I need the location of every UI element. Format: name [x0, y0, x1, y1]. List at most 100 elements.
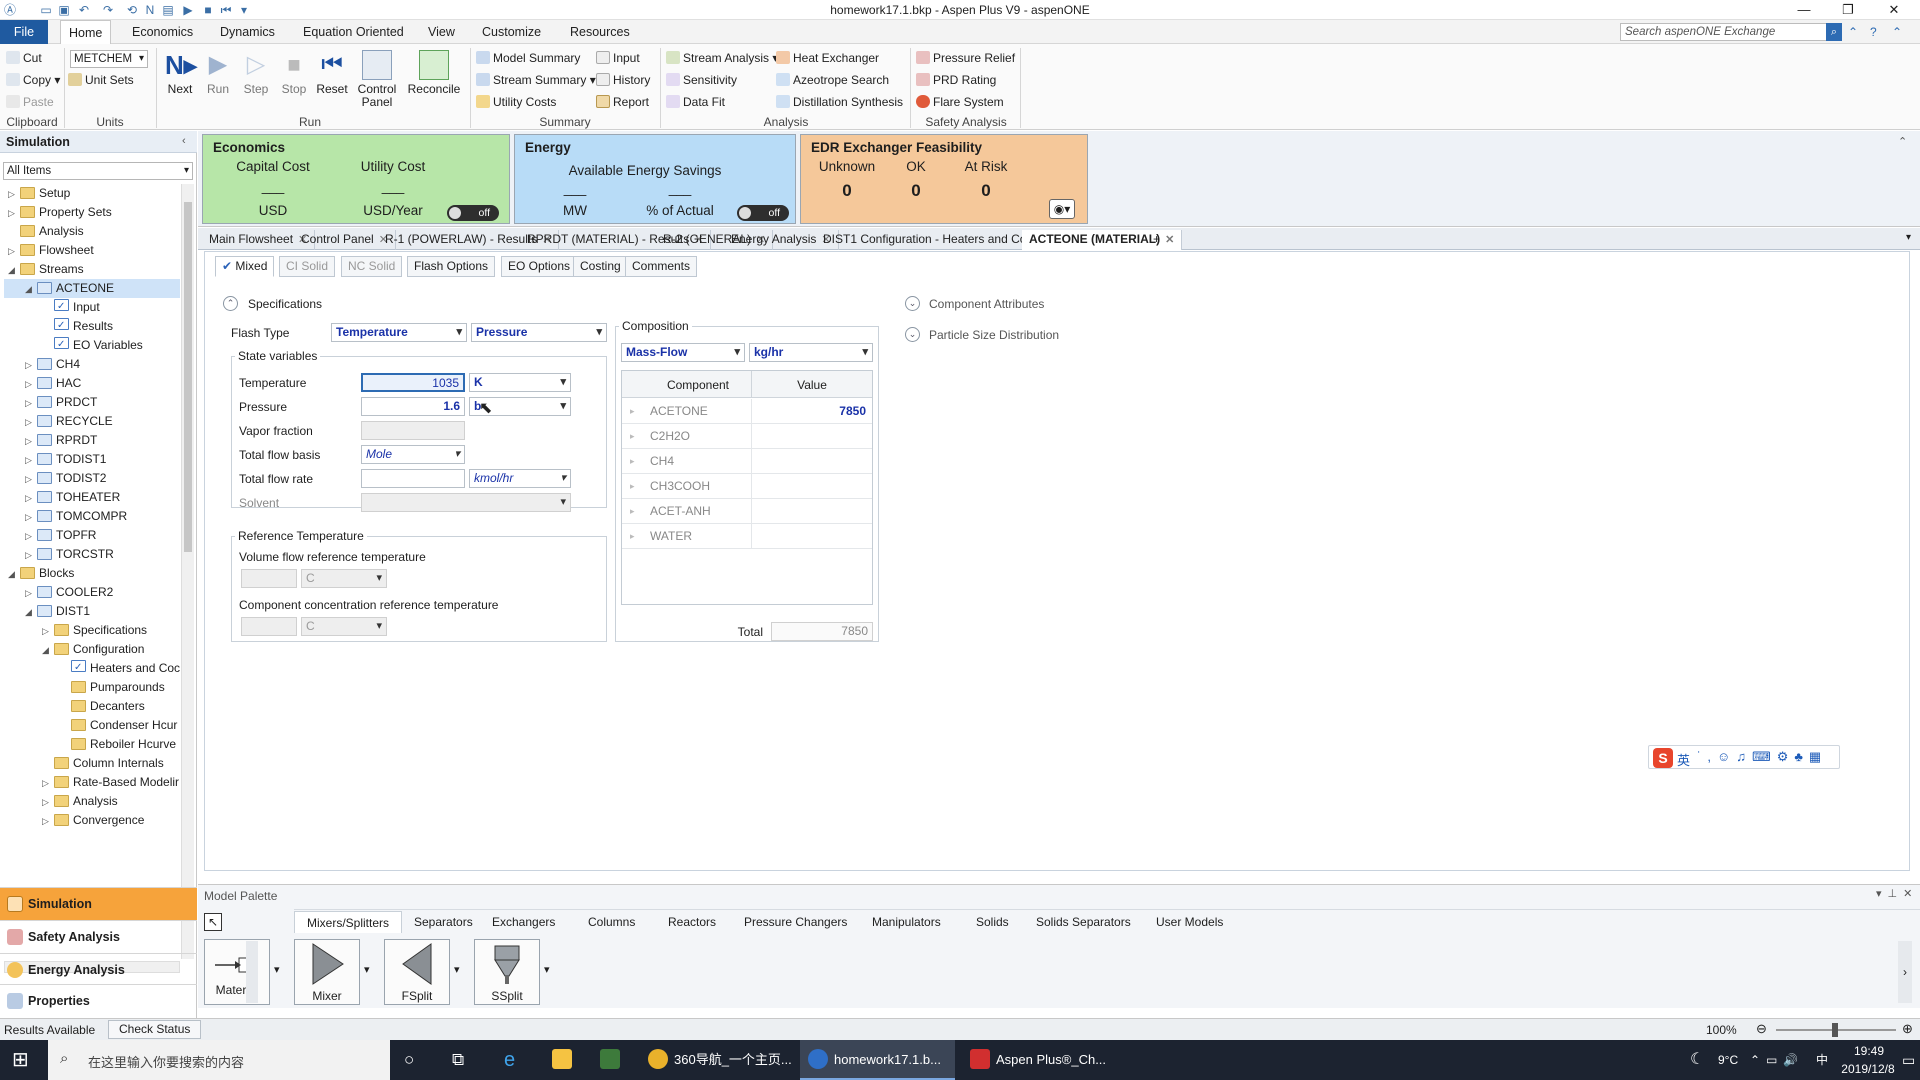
comp-conc-ref-unit-dropdown[interactable]: C — [301, 617, 387, 636]
expand-toggle-icon[interactable]: ▷ — [42, 622, 52, 641]
nav-tree-item[interactable]: ◢ Streams — [4, 260, 180, 279]
subtab[interactable]: Flash Options — [407, 256, 496, 277]
expand-toggle-icon[interactable]: ◢ — [42, 641, 52, 660]
edge-icon[interactable]: e — [504, 1040, 515, 1080]
windows-start-icon[interactable]: ⊞ — [12, 1040, 29, 1080]
nav-energy-button[interactable]: Energy Analysis — [0, 953, 197, 986]
expand-toggle-icon[interactable]: ▷ — [25, 451, 35, 470]
expand-toggle-icon[interactable]: ◢ — [8, 565, 18, 584]
solvent-dropdown[interactable] — [361, 493, 571, 512]
search-icon[interactable]: ⌕ — [1826, 23, 1842, 41]
expand-toggle-icon[interactable]: ▷ — [25, 375, 35, 394]
pressure-relief-button[interactable]: Pressure Relief — [916, 50, 1015, 66]
nav-tree-item[interactable]: ▷ Rate-Based Modelir — [4, 773, 180, 792]
economics-toggle[interactable]: off — [447, 205, 499, 221]
particle-size-expand-icon[interactable]: ⌄ — [905, 327, 920, 342]
expand-toggle-icon[interactable]: ▷ — [25, 432, 35, 451]
nav-tree-item[interactable]: Condenser Hcur — [4, 716, 180, 735]
nav-tree-item[interactable]: ▷ RECYCLE — [4, 412, 180, 431]
specifications-collapse-icon[interactable]: ⌃ — [223, 296, 238, 311]
palette-tab[interactable]: Solids Separators — [1024, 911, 1143, 933]
nav-properties-button[interactable]: Properties — [0, 984, 197, 1017]
azeotrope-search-button[interactable]: Azeotrope Search — [776, 72, 889, 88]
composition-unit-dropdown[interactable]: kg/hr — [749, 343, 873, 362]
expand-toggle-icon[interactable]: ▷ — [42, 793, 52, 812]
comp-conc-ref-input[interactable] — [241, 617, 297, 636]
new-tab-icon[interactable]: + — [1146, 230, 1167, 250]
expand-toggle-icon[interactable]: ◢ — [25, 280, 35, 299]
distillation-synthesis-button[interactable]: Distillation Synthesis — [776, 94, 903, 110]
expand-toggle-icon[interactable]: ▷ — [25, 527, 35, 546]
palette-tab[interactable]: Reactors — [656, 911, 728, 933]
ime-tools-icon[interactable]: ˙,☺♫⌨⚙♣▦ — [1697, 749, 1827, 765]
exchange-search-input[interactable]: Search aspenONE Exchange — [1620, 23, 1832, 41]
subtab[interactable]: Comments — [625, 256, 698, 277]
nav-tree-item[interactable]: Results — [4, 317, 180, 336]
temperature-unit-dropdown[interactable]: K — [469, 373, 571, 392]
nav-tree-item[interactable]: ▷ Analysis — [4, 792, 180, 811]
pressure-input[interactable]: 1.6 — [361, 397, 465, 416]
component-value-cell[interactable]: 7850 — [754, 399, 866, 424]
nav-tree-item[interactable]: ▷ TOMCOMPR — [4, 507, 180, 526]
nav-filter-dropdown[interactable]: All Items — [3, 162, 193, 180]
palette-tab[interactable]: Solids — [964, 911, 1021, 933]
collapse-nav-icon[interactable]: ‹ — [182, 135, 186, 147]
nav-tree-item[interactable]: Decanters — [4, 697, 180, 716]
taskbar-aspen[interactable]: homework17.1.b... — [800, 1040, 955, 1080]
close-icon[interactable]: ✕ — [1874, 2, 1914, 18]
fsplit-dropdown-icon[interactable]: ▾ — [454, 963, 460, 976]
row-selector-icon[interactable]: ▸ — [630, 449, 635, 474]
table-row[interactable]: ▸ WATER — [622, 524, 872, 549]
total-flow-rate-unit-dropdown[interactable]: kmol/hr — [469, 469, 571, 488]
flare-system-button[interactable]: Flare System — [916, 94, 1004, 110]
edr-settings-icon[interactable]: ◉▾ — [1049, 199, 1075, 219]
nav-tree-item[interactable]: ▷ Specifications — [4, 621, 180, 640]
nav-tree-item[interactable]: ▷ PRDCT — [4, 393, 180, 412]
tab-home[interactable]: Home — [60, 20, 112, 45]
taskbar-pdf[interactable]: Aspen Plus®_Ch... — [964, 1040, 1114, 1080]
next-button[interactable]: N▸ Next — [160, 50, 200, 96]
system-tray-icons[interactable]: ⌃▭🔊 — [1750, 1040, 1804, 1080]
palette-material-button[interactable]: Material — [204, 939, 270, 1005]
minimize-icon[interactable]: — — [1784, 2, 1824, 18]
file-explorer-icon[interactable] — [552, 1040, 578, 1080]
reconcile-button[interactable]: Reconcile — [404, 50, 464, 96]
help-icon[interactable]: ? — [1870, 25, 1877, 39]
stream-summary-button[interactable]: Stream Summary ▾ — [476, 72, 596, 88]
zoom-in-icon[interactable]: ⊕ — [1902, 1021, 1913, 1037]
palette-scroll-left[interactable] — [246, 941, 258, 1003]
taskbar-browser[interactable]: 360导航_一个主页... — [644, 1040, 794, 1080]
clock-time[interactable]: 19:49 — [1840, 1044, 1898, 1058]
nav-tree-item[interactable]: Heaters and Coc — [4, 659, 180, 678]
tree-vertical-scrollbar[interactable] — [181, 184, 194, 959]
vol-flow-ref-input[interactable] — [241, 569, 297, 588]
edr-panel[interactable]: EDR Exchanger Feasibility Unknown OK At … — [800, 134, 1088, 224]
palette-tab[interactable]: Pressure Changers — [732, 911, 859, 933]
energy-toggle[interactable]: off — [737, 205, 789, 221]
subtab[interactable]: Costing — [573, 256, 628, 277]
subtab[interactable]: ✔ Mixed — [215, 256, 275, 277]
row-selector-icon[interactable]: ▸ — [630, 524, 635, 549]
nav-tree-item[interactable]: Analysis — [4, 222, 180, 241]
ribbon-collapse-icon[interactable]: ⌃ — [1892, 25, 1902, 39]
zoom-out-icon[interactable]: ⊖ — [1756, 1021, 1767, 1037]
row-selector-icon[interactable]: ▸ — [630, 424, 635, 449]
nav-safety-button[interactable]: Safety Analysis — [0, 920, 197, 953]
prd-rating-button[interactable]: PRD Rating — [916, 72, 996, 88]
vol-flow-ref-unit-dropdown[interactable]: C — [301, 569, 387, 588]
vapor-fraction-input[interactable] — [361, 421, 465, 440]
file-tab[interactable]: File — [0, 20, 48, 44]
expand-toggle-icon[interactable]: ▷ — [25, 508, 35, 527]
table-row[interactable]: ▸ ACETONE 7850 — [622, 399, 872, 424]
nav-tree-item[interactable]: ▷ Property Sets — [4, 203, 180, 222]
total-flow-rate-input[interactable] — [361, 469, 465, 488]
palette-tab[interactable]: Manipulators — [860, 911, 953, 933]
temperature-input[interactable]: 1035 — [361, 373, 465, 392]
check-status-button[interactable]: Check Status — [108, 1020, 202, 1039]
table-row[interactable]: ▸ ACET-ANH — [622, 499, 872, 524]
expand-toggle-icon[interactable]: ▷ — [8, 185, 18, 204]
palette-ssplit-button[interactable]: SSplit — [474, 939, 540, 1005]
table-row[interactable]: ▸ CH4 — [622, 449, 872, 474]
nav-tree-item[interactable]: ▷ CH4 — [4, 355, 180, 374]
expand-toggle-icon[interactable]: ▷ — [42, 774, 52, 793]
